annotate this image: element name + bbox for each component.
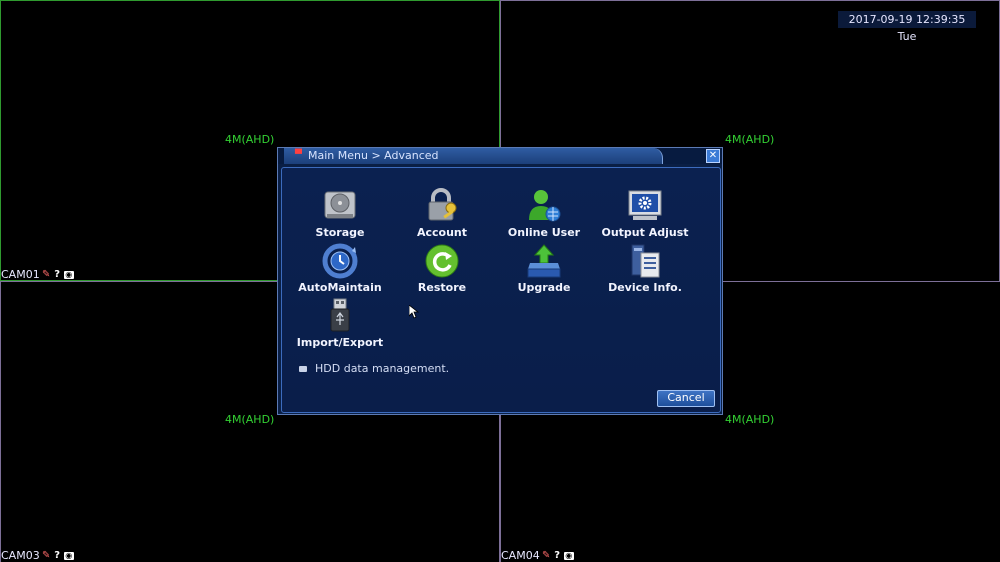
usb-icon [322,298,358,334]
camera-icon: ◉ [63,269,74,279]
camera-name: CAM03 [1,549,40,562]
menu-item-upgrade[interactable]: Upgrade [494,243,594,294]
motion-icon: ✎ [542,550,551,561]
description-text: HDD data management. [299,362,449,375]
question-icon: ? [54,269,61,280]
hdd-small-icon [299,365,307,372]
menu-panel: Storage Account Online User Output Adjus… [281,167,721,413]
camera-label-1: CAM01 ✎ ? ◉ [1,268,74,281]
dialog-titlebar: ▀ Main Menu > Advanced ✕ [278,148,722,164]
resolution-label: 4M(AHD) [225,133,275,146]
menu-item-restore[interactable]: Restore [392,243,492,294]
resolution-label: 4M(AHD) [725,133,775,146]
menu-item-label: Restore [417,281,467,294]
menu-item-label: Output Adjust [601,226,689,239]
menu-item-label: Account [416,226,468,239]
upgrade-icon [526,243,562,279]
mouse-cursor-icon [409,305,419,319]
menu-item-import-export[interactable]: Import/Export [290,298,390,349]
advanced-menu-dialog: ▀ Main Menu > Advanced ✕ Storage Account… [277,147,723,415]
hdd-icon [322,188,358,224]
datetime-display: 2017-09-19 12:39:35 Tue [838,11,976,43]
hint-text: HDD data management. [315,362,450,375]
cancel-button[interactable]: Cancel [657,390,715,407]
menu-item-label: Device Info. [608,281,682,294]
auto-maintain-icon [322,243,358,279]
menu-item-automaintain[interactable]: AutoMaintain [290,243,390,294]
camera-icon: ◉ [63,550,74,560]
lock-key-icon [424,188,460,224]
motion-icon: ✎ [42,550,51,561]
monitor-gear-icon [627,188,663,224]
menu-item-label: Import/Export [296,336,384,349]
close-button[interactable]: ✕ [706,149,720,163]
camera-icon: ◉ [563,550,574,560]
close-icon: ✕ [708,150,718,161]
motion-icon: ✎ [42,269,51,280]
camera-label-4: CAM04 ✎ ? ◉ [501,549,574,562]
menu-item-account[interactable]: Account [392,188,492,239]
device-info-icon [627,243,663,279]
resolution-label: 4M(AHD) [225,413,275,426]
user-globe-icon [526,188,562,224]
camera-name: CAM04 [501,549,540,562]
menu-item-storage[interactable]: Storage [290,188,390,239]
menu-item-label: Upgrade [517,281,571,294]
menu-item-label: AutoMaintain [298,281,382,294]
menu-item-label: Online User [507,226,581,239]
menu-item-label: Storage [315,226,365,239]
question-icon: ? [554,550,561,561]
camera-name: CAM01 [1,268,40,281]
menu-item-online-user[interactable]: Online User [494,188,594,239]
question-icon: ? [54,550,61,561]
menu-item-output-adjust[interactable]: Output Adjust [595,188,695,239]
camera-label-3: CAM03 ✎ ? ◉ [1,549,74,562]
dialog-title: Main Menu > Advanced [308,149,439,162]
resolution-label: 4M(AHD) [725,413,775,426]
menu-item-device-info[interactable]: Device Info. [595,243,695,294]
menu-icon: ▀ [295,150,302,160]
restore-icon [424,243,460,279]
